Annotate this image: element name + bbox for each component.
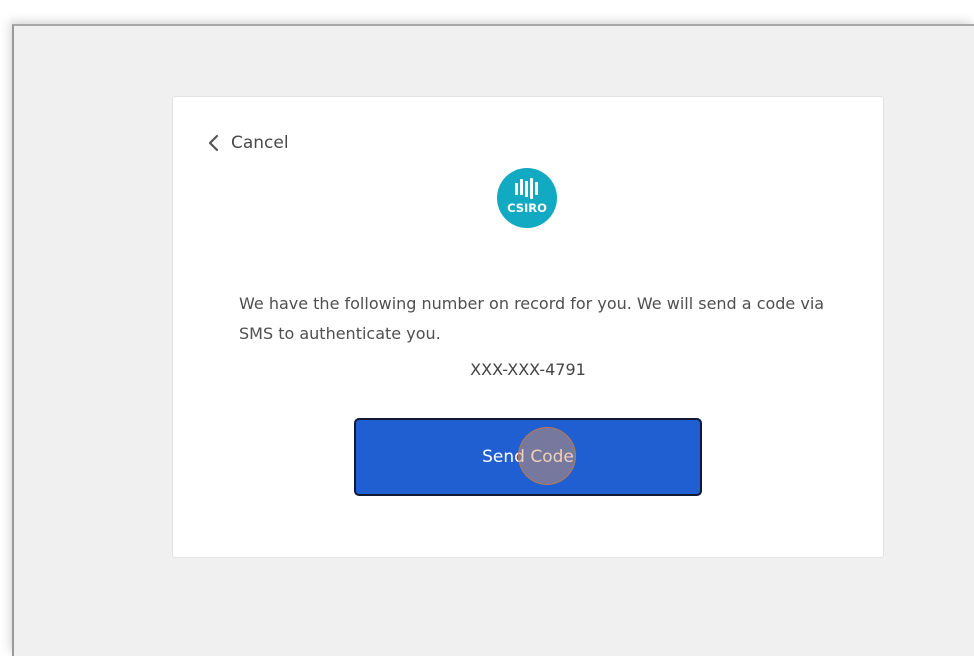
browser-frame: Cancel CSIRO We have the following numbe… (12, 24, 974, 656)
cancel-link[interactable]: Cancel (207, 133, 289, 153)
logo-text: CSIRO (507, 201, 547, 215)
cancel-label: Cancel (231, 133, 289, 153)
send-code-button[interactable]: Send Code (354, 418, 702, 496)
instruction-text: We have the following number on record f… (239, 294, 825, 343)
chevron-left-icon (207, 134, 221, 152)
masked-phone-number: XXX-XXX-4791 (470, 360, 586, 379)
csiro-logo: CSIRO (497, 168, 557, 228)
auth-card: Cancel CSIRO We have the following numbe… (172, 96, 884, 558)
